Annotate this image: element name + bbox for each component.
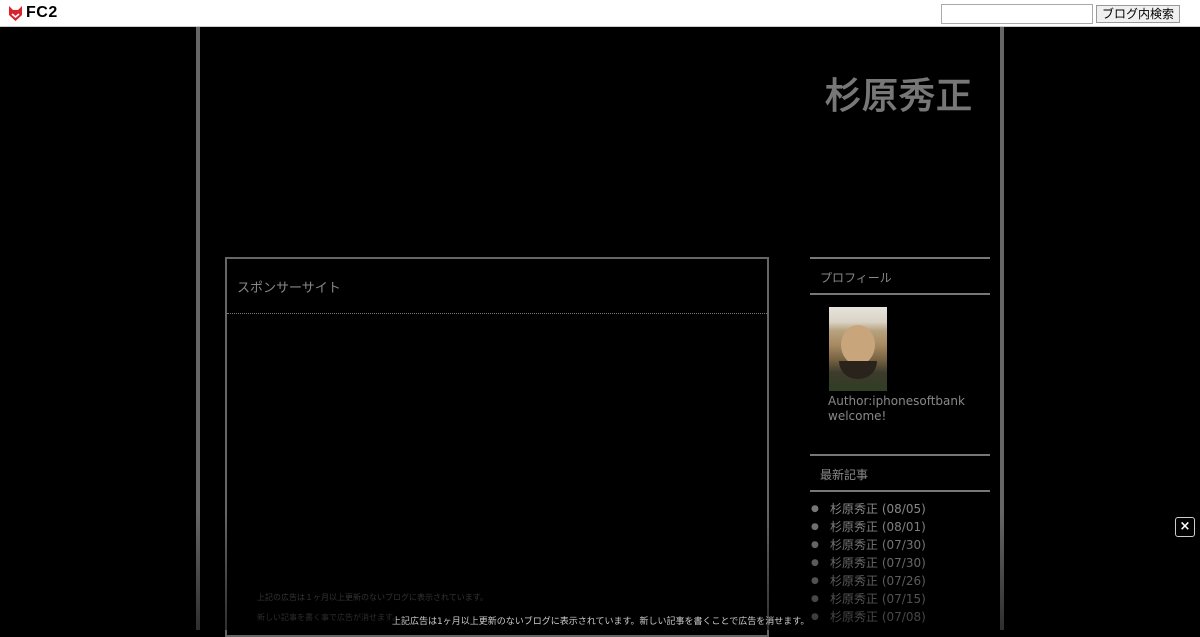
bullet-icon: ● (811, 612, 819, 622)
recent-article-date: (07/30) (881, 538, 926, 552)
recent-article-date: (07/15) (881, 592, 926, 606)
profile-photo (829, 307, 887, 391)
ad-note-line2: 新しい記事を書く事で広告が消せます。 (257, 613, 401, 622)
profile-heading-label: プロフィール (820, 271, 892, 285)
profile-welcome: welcome! (828, 409, 887, 423)
recent-article-title[interactable]: 杉原秀正 (830, 538, 878, 552)
recent-article-title[interactable]: 杉原秀正 (830, 610, 878, 624)
recent-article-item[interactable]: ● 杉原秀正 (07/30) (810, 554, 990, 572)
recent-article-title[interactable]: 杉原秀正 (830, 592, 878, 606)
ad-overlay-note: 上記広告は1ヶ月以上更新のないブログに表示されています。新しい記事を書くことで広… (392, 617, 810, 627)
profile-photo-face (841, 325, 875, 365)
recent-article-item[interactable]: ● 杉原秀正 (08/05) (810, 500, 990, 518)
recent-article-title[interactable]: 杉原秀正 (830, 556, 878, 570)
recent-article-title[interactable]: 杉原秀正 (830, 574, 878, 588)
sponsor-divider (227, 313, 767, 314)
recent-article-date: (07/26) (881, 574, 926, 588)
fc2-logo[interactable]: FC2 (7, 4, 58, 22)
recent-heading: 最新記事 (810, 454, 990, 492)
bullet-icon: ● (811, 504, 819, 514)
top-bar: FC2 ブログ内検索 (0, 0, 1200, 27)
bullet-icon: ● (811, 576, 819, 586)
blog-search-input[interactable] (941, 4, 1093, 24)
ad-note-line1: 上記の広告は１ヶ月以上更新のないブログに表示されています。 (257, 593, 488, 602)
profile-author: Author:iphonesoftbank (828, 394, 965, 408)
blog-search-button[interactable]: ブログ内検索 (1096, 5, 1180, 23)
recent-article-date: (08/01) (881, 520, 926, 534)
recent-article-title[interactable]: 杉原秀正 (830, 520, 878, 534)
recent-article-date: (08/05) (881, 502, 926, 516)
fc2-logo-text: FC2 (26, 4, 58, 21)
bullet-icon: ● (811, 594, 819, 604)
recent-article-date: (07/30) (881, 556, 926, 570)
bullet-icon: ● (811, 540, 819, 550)
recent-articles-list: ● 杉原秀正 (08/05) ● 杉原秀正 (08/01) ● 杉原秀正 (07/30… (810, 500, 990, 626)
profile-photo-hair (839, 361, 877, 379)
recent-heading-label: 最新記事 (820, 468, 869, 482)
sponsor-box: スポンサーサイト 上記の広告は１ヶ月以上更新のないブログに表示されています。 新… (225, 257, 769, 637)
sponsor-title: スポンサーサイト (237, 281, 341, 296)
bullet-icon: ● (811, 558, 819, 568)
recent-article-item[interactable]: ● 杉原秀正 (07/15) (810, 590, 990, 608)
profile-heading: プロフィール (810, 257, 990, 295)
close-icon[interactable]: × (1175, 517, 1195, 537)
recent-article-title[interactable]: 杉原秀正 (830, 502, 878, 516)
recent-article-item[interactable]: ● 杉原秀正 (08/01) (810, 518, 990, 536)
recent-article-date: (07/08) (881, 610, 926, 624)
recent-article-item[interactable]: ● 杉原秀正 (07/26) (810, 572, 990, 590)
bullet-icon: ● (811, 522, 819, 532)
recent-article-item[interactable]: ● 杉原秀正 (07/08) (810, 608, 990, 626)
blog-title[interactable]: 杉原秀正 (825, 67, 973, 119)
fc2-fox-icon (9, 5, 22, 21)
recent-article-item[interactable]: ● 杉原秀正 (07/30) (810, 536, 990, 554)
